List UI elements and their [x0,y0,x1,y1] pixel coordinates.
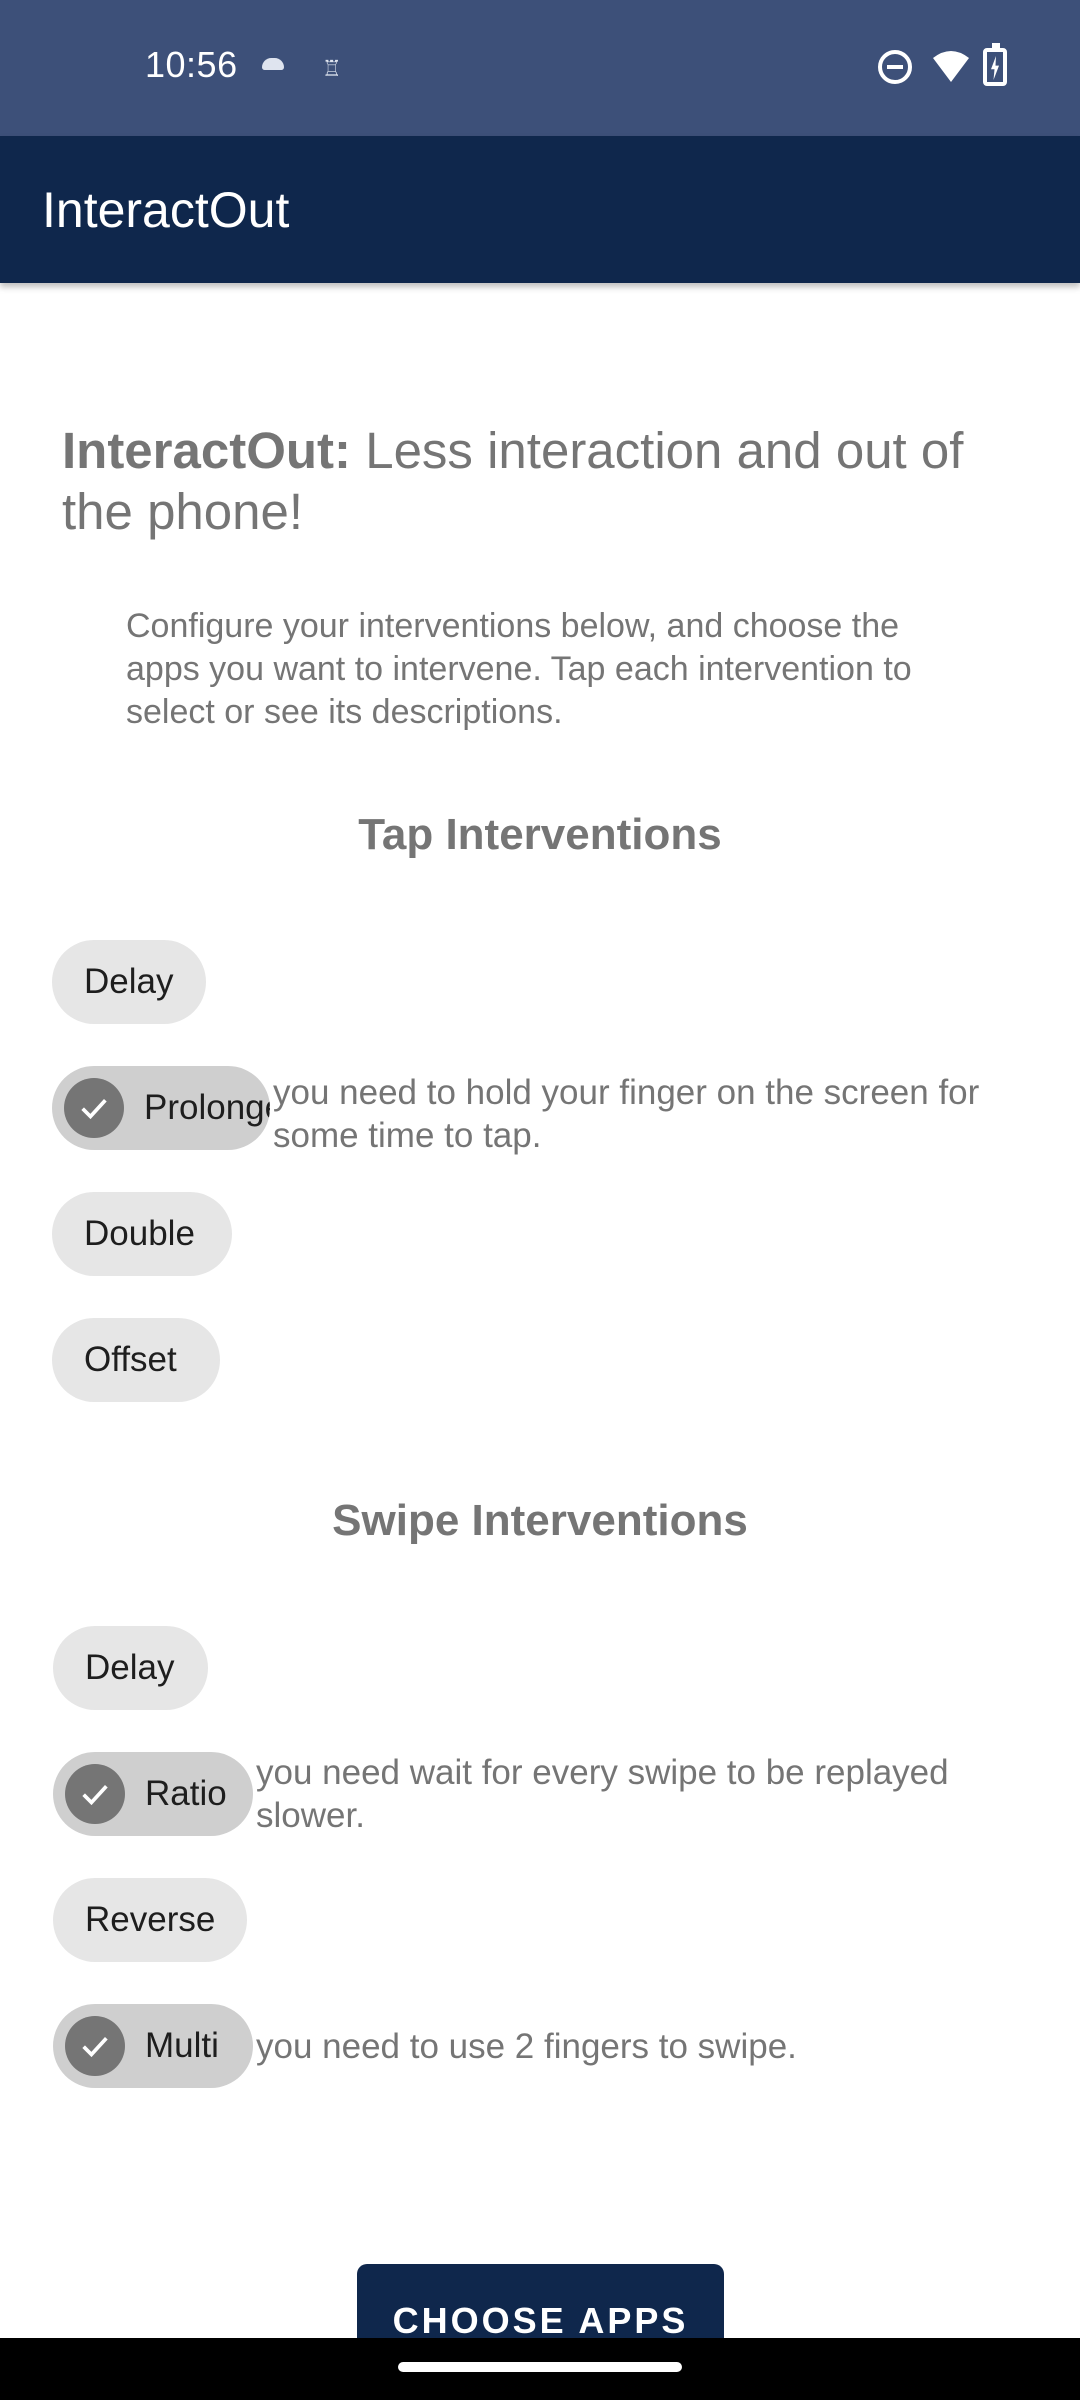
tap-prolonged-description: you need to hold your finger on the scre… [273,1073,980,1155]
navigation-bar [0,2338,1080,2400]
chip-label: Double [84,1214,195,1253]
tap-section-title: Tap Interventions [358,810,722,859]
headline: InteractOut: Less interaction and out of… [62,420,1022,542]
headline-bold: InteractOut: [62,422,352,479]
status-bar: 10:56 ♖ [0,0,1080,136]
cloud-icon [262,58,284,70]
chip-label: Prolonged [144,1088,270,1127]
tap-chip-prolonged[interactable]: Prolonged [52,1066,270,1150]
tap-chip-double[interactable]: Double [52,1192,232,1276]
swipe-chip-ratio[interactable]: Ratio [53,1752,253,1836]
swipe-section-title: Swipe Interventions [332,1496,748,1545]
chip-label: Reverse [85,1900,216,1939]
swipe-ratio-description: you need wait for every swipe to be repl… [256,1753,949,1835]
chess-icon: ♖ [322,56,342,81]
chip-label: Delay [85,1648,175,1687]
app-bar: InteractOut [0,136,1080,283]
chip-label: Delay [84,962,174,1001]
home-handle[interactable] [398,2362,682,2372]
swipe-chip-delay[interactable]: Delay [53,1626,208,1710]
chip-label: Multi [145,2026,219,2065]
status-time: 10:56 [145,44,238,85]
swipe-chip-multi[interactable]: Multi [53,2004,253,2088]
chip-label: Offset [84,1340,177,1379]
intro-text: Configure your interventions below, and … [126,607,912,731]
do-not-disturb-icon [878,50,912,84]
battery-charging-icon [983,43,1007,86]
app-title: InteractOut [42,182,290,238]
swipe-chip-reverse[interactable]: Reverse [53,1878,247,1962]
wifi-icon [931,48,971,89]
tap-chip-offset[interactable]: Offset [52,1318,220,1402]
chip-label: Ratio [145,1774,227,1813]
check-icon [64,1078,124,1138]
check-icon [65,2016,125,2076]
swipe-multi-description: you need to use 2 fingers to swipe. [256,2027,797,2066]
tap-chip-delay[interactable]: Delay [52,940,206,1024]
check-icon [65,1764,125,1824]
